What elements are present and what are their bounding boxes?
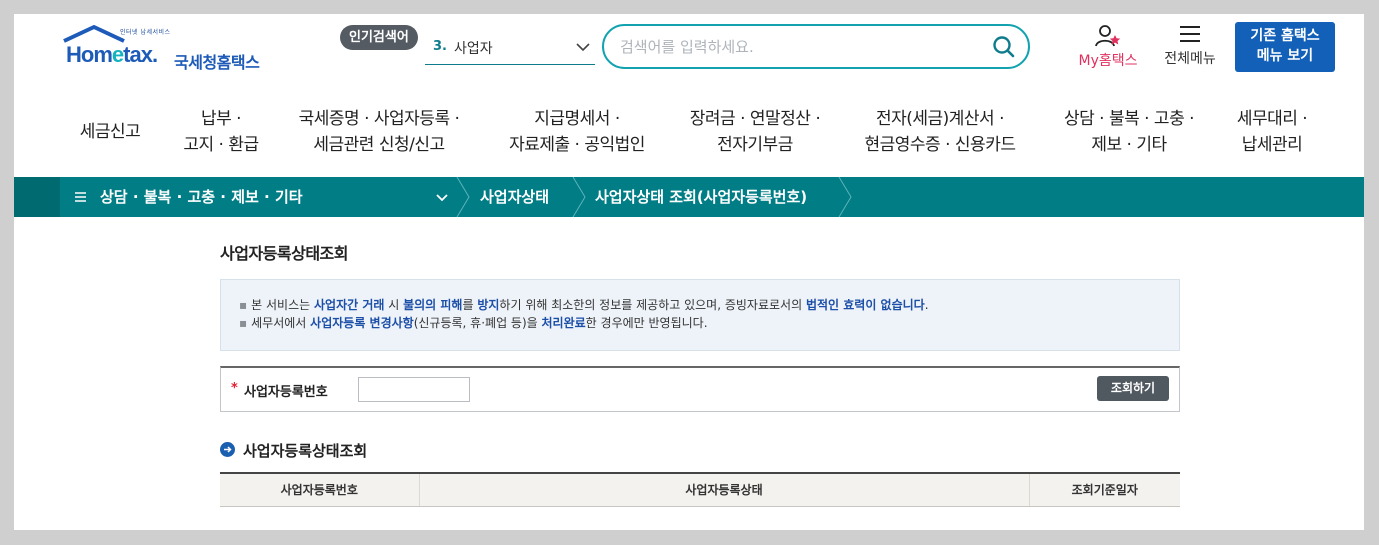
full-menu-button[interactable]: 전체메뉴 <box>1157 24 1223 72</box>
nav-label: 세무대리 · 납세관리 <box>1236 109 1308 155</box>
nav-item-tax-agent[interactable]: 세무대리 · 납세관리 <box>1226 102 1318 162</box>
nav-item-consultation[interactable]: 상담 · 불복 · 고충 · 제보 · 기타 <box>1050 102 1208 162</box>
search-input[interactable] <box>620 35 980 59</box>
result-section-label: 사업자등록상태조회 <box>243 442 368 460</box>
nav-label: 장려금 · 연말정산 · 전자기부금 <box>689 109 821 155</box>
hamburger-icon <box>1180 26 1200 42</box>
logo-brand: Hometax. <box>66 42 158 67</box>
nav-item-payment[interactable]: 납부 · 고지 · 환급 <box>162 102 280 162</box>
chevron-down-icon <box>576 43 590 52</box>
notice-text: 시 <box>384 298 404 312</box>
table-header-row: 사업자등록번호 사업자등록상태 조회기준일자 <box>220 473 1180 507</box>
page-frame: 인터넷 납세서비스 Hometax. 국세청홈택스 인기검색어 3. 사업자 M… <box>14 14 1364 530</box>
column-header: 조회기준일자 <box>1029 473 1180 507</box>
breadcrumb: 상담 · 불복 · 고충 · 제보 · 기타 사업자상태 사업자상태 조회(사업… <box>14 177 1364 217</box>
nav-item-certificate[interactable]: 국세증명 · 사업자등록 · 세금관련 신청/신고 <box>284 102 474 162</box>
my-hometax-label: My홈택스 <box>1078 53 1138 69</box>
breadcrumb-separator <box>838 177 852 217</box>
nav-label: 상담 · 불복 · 고충 · 제보 · 기타 <box>1063 109 1195 155</box>
notice-highlight: 사업자간 거래 <box>313 298 385 312</box>
notice-text: 를 <box>462 298 478 312</box>
legacy-menu-line-2: 메뉴 보기 <box>1256 48 1314 64</box>
nav-label: 전자(세금)계산서 · 현금영수증 · 신용카드 <box>864 109 1016 155</box>
logo-tagline: 인터넷 납세서비스 <box>120 29 171 36</box>
search-button[interactable]: 조회하기 <box>1097 376 1169 401</box>
notice-text: 하기 위해 최소한의 정보를 제공하고 있으며, 증빙자료로서의 <box>499 298 806 312</box>
business-number-label: 사업자등록번호 <box>244 385 328 400</box>
user-star-icon <box>1095 25 1121 47</box>
hometax-logo[interactable]: 인터넷 납세서비스 Hometax. 국세청홈택스 <box>62 25 277 73</box>
search-box <box>602 24 1030 69</box>
popular-keyword-select[interactable]: 3. 사업자 <box>425 31 595 65</box>
business-number-input[interactable] <box>358 377 470 402</box>
nav-item-e-invoice[interactable]: 전자(세금)계산서 · 현금영수증 · 신용카드 <box>852 102 1028 162</box>
notice-highlight: 사업자등록 변경사항 <box>310 316 414 330</box>
nav-item-tax-filing[interactable]: 세금신고 <box>64 102 156 162</box>
notice-highlight: 법적인 효력이 없습니다 <box>805 298 925 312</box>
notice-line-1: ▪ 본 서비스는 사업자간 거래 시 불의의 피해를 방지하기 위해 최소한의 정… <box>239 298 929 312</box>
legacy-menu-button[interactable]: 기존 홈택스 메뉴 보기 <box>1235 22 1335 72</box>
my-hometax-button[interactable]: My홈택스 <box>1072 24 1144 72</box>
notice-text: . <box>924 298 929 312</box>
breadcrumb-level3[interactable]: 사업자상태 조회(사업자등록번호) <box>595 177 807 217</box>
nav-label: 지급명세서 · 자료제출 · 공익법인 <box>509 109 645 155</box>
breadcrumb-edge-left <box>14 177 60 217</box>
search-form: * 사업자등록번호 조회하기 <box>220 366 1180 412</box>
popular-keyword-rank: 3. <box>433 39 447 54</box>
notice-text: 본 서비스는 <box>251 298 314 312</box>
popular-keyword-tag: 인기검색어 <box>340 25 418 50</box>
notice-highlight: 방지 <box>477 298 500 312</box>
nav-item-incentive[interactable]: 장려금 · 연말정산 · 전자기부금 <box>672 102 838 162</box>
menu-lines-icon <box>75 192 86 202</box>
breadcrumb-separator <box>572 177 586 217</box>
breadcrumb-level1[interactable]: 상담 · 불복 · 고충 · 제보 · 기타 <box>100 177 303 217</box>
breadcrumb-level2[interactable]: 사업자상태 <box>480 177 549 217</box>
column-header: 사업자등록번호 <box>220 473 420 507</box>
nav-label: 세금신고 <box>79 122 141 142</box>
legacy-menu-line-1: 기존 홈택스 <box>1250 28 1320 44</box>
breadcrumb-separator <box>456 177 470 217</box>
popular-keyword-text: 사업자 <box>454 41 493 57</box>
notice-highlight: 처리완료 <box>541 316 586 330</box>
nav-item-statement[interactable]: 지급명세서 · 자료제출 · 공익법인 <box>492 102 662 162</box>
page-title: 사업자등록상태조회 <box>220 244 348 263</box>
notice-line-2: ▪ 세무서에서 사업자등록 변경사항(신규등록, 휴·폐업 등)을 처리완료한 경… <box>239 316 708 330</box>
notice-text: 세무서에서 <box>251 316 311 330</box>
nav-label: 납부 · 고지 · 환급 <box>183 109 259 155</box>
logo-brand-korean: 국세청홈택스 <box>174 53 260 72</box>
main-navigation: 세금신고 납부 · 고지 · 환급 국세증명 · 사업자등록 · 세금관련 신청/신… <box>14 102 1364 162</box>
notice-text: 한 경우에만 반영됩니다. <box>585 316 708 330</box>
search-icon[interactable] <box>992 35 1016 59</box>
notice-text: (신규등록, 휴·폐업 등)을 <box>413 316 542 330</box>
result-table: 사업자등록번호 사업자등록상태 조회기준일자 <box>220 472 1180 507</box>
notice-highlight: 불의의 피해 <box>403 298 463 312</box>
full-menu-label: 전체메뉴 <box>1164 51 1216 67</box>
arrow-circle-icon <box>220 442 235 457</box>
notice-box: ▪ 본 서비스는 사업자간 거래 시 불의의 피해를 방지하기 위해 최소한의 정… <box>220 279 1180 351</box>
nav-label: 국세증명 · 사업자등록 · 세금관련 신청/신고 <box>298 109 460 155</box>
chevron-down-icon[interactable] <box>436 191 448 203</box>
column-header: 사업자등록상태 <box>419 473 1030 507</box>
required-mark: * <box>231 381 238 396</box>
